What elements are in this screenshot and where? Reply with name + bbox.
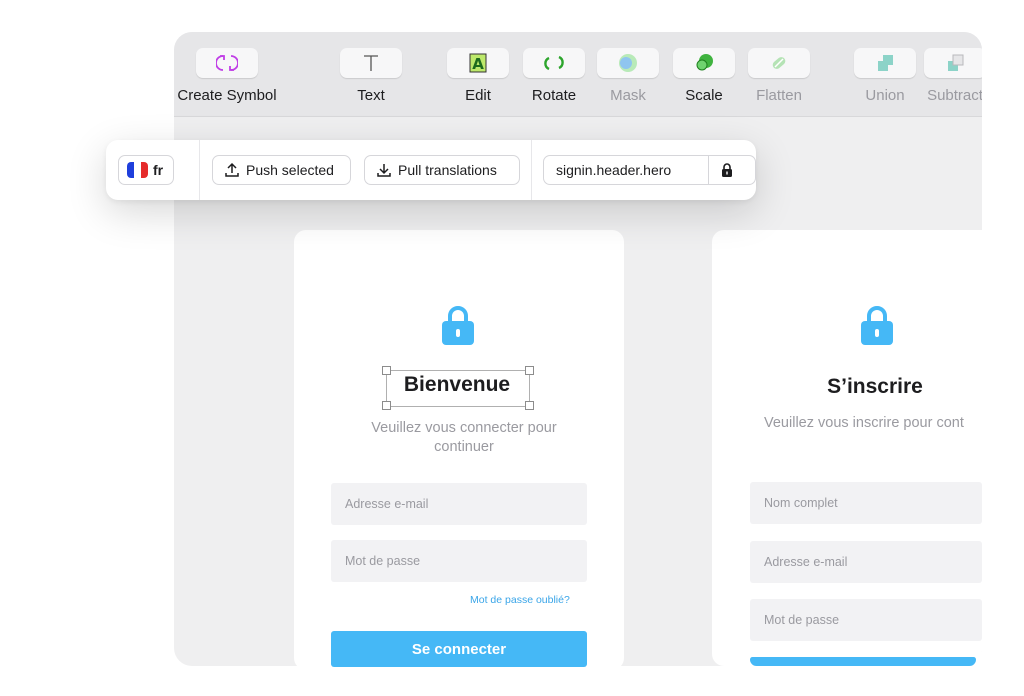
france-flag-icon xyxy=(127,162,148,178)
rotate-label: Rotate xyxy=(531,87,577,104)
selection-box xyxy=(386,370,530,407)
create-symbol-button[interactable]: Create Symbol xyxy=(174,48,287,104)
toolbar: Create Symbol Text A Edit Rotate Mask Sc… xyxy=(174,32,982,117)
full-name-field[interactable]: Nom complet xyxy=(750,482,982,524)
resize-handle[interactable] xyxy=(382,401,391,410)
text-label: Text xyxy=(357,87,385,104)
create-symbol-label: Create Symbol xyxy=(177,87,277,104)
signup-title[interactable]: S’inscrire xyxy=(800,375,950,399)
union-label: Union xyxy=(865,87,905,104)
mask-button[interactable]: Mask xyxy=(595,48,661,104)
lock-icon[interactable] xyxy=(721,163,733,177)
separator xyxy=(708,156,709,184)
scale-icon xyxy=(673,48,735,78)
union-button[interactable]: Union xyxy=(852,48,918,104)
flatten-icon xyxy=(748,48,810,78)
lock-icon xyxy=(442,306,474,345)
pull-translations-button[interactable]: Pull translations xyxy=(364,155,520,185)
mask-label: Mask xyxy=(610,87,646,104)
resize-handle[interactable] xyxy=(525,401,534,410)
text-icon xyxy=(340,48,402,78)
scale-label: Scale xyxy=(685,87,723,104)
push-selected-button[interactable]: Push selected xyxy=(212,155,351,185)
subtract-icon xyxy=(924,48,982,78)
forgot-password-link[interactable]: Mot de passe oublié? xyxy=(470,594,570,606)
create-symbol-icon xyxy=(196,48,258,78)
download-icon xyxy=(377,164,391,177)
translation-key-field[interactable]: signin.header.hero xyxy=(543,155,756,185)
union-icon xyxy=(854,48,916,78)
translation-key-value: signin.header.hero xyxy=(556,162,672,178)
flatten-label: Flatten xyxy=(756,87,802,104)
signin-button[interactable]: Se connecter xyxy=(331,631,587,667)
svg-text:A: A xyxy=(472,55,484,73)
lock-icon xyxy=(861,306,893,345)
resize-handle[interactable] xyxy=(382,366,391,375)
signup-subtitle: Veuillez vous inscrire pour cont xyxy=(764,415,964,431)
subtract-button[interactable]: Subtract xyxy=(922,48,982,104)
resize-handle[interactable] xyxy=(525,366,534,375)
email-field[interactable]: Adresse e-mail xyxy=(750,541,982,583)
translation-bar: fr Push selected Pull translations signi… xyxy=(106,140,756,200)
pull-translations-label: Pull translations xyxy=(398,162,497,178)
language-selector[interactable]: fr xyxy=(118,155,174,185)
push-selected-label: Push selected xyxy=(246,162,334,178)
edit-button[interactable]: A Edit xyxy=(445,48,511,104)
scale-button[interactable]: Scale xyxy=(671,48,737,104)
separator xyxy=(531,140,532,200)
edit-icon: A xyxy=(447,48,509,78)
separator xyxy=(199,140,200,200)
signup-button[interactable] xyxy=(750,657,976,666)
text-button[interactable]: Text xyxy=(338,48,404,104)
upload-icon xyxy=(225,162,239,177)
flatten-button[interactable]: Flatten xyxy=(746,48,812,104)
signin-subtitle: Veuillez vous connecter pour continuer xyxy=(371,420,557,455)
rotate-icon xyxy=(523,48,585,78)
subtract-label: Subtract xyxy=(927,87,982,104)
password-field[interactable]: Mot de passe xyxy=(750,599,982,641)
edit-label: Edit xyxy=(465,87,491,104)
email-field[interactable]: Adresse e-mail xyxy=(331,483,587,525)
rotate-button[interactable]: Rotate xyxy=(521,48,587,104)
password-field[interactable]: Mot de passe xyxy=(331,540,587,582)
language-code: fr xyxy=(153,162,164,178)
mask-icon xyxy=(597,48,659,78)
